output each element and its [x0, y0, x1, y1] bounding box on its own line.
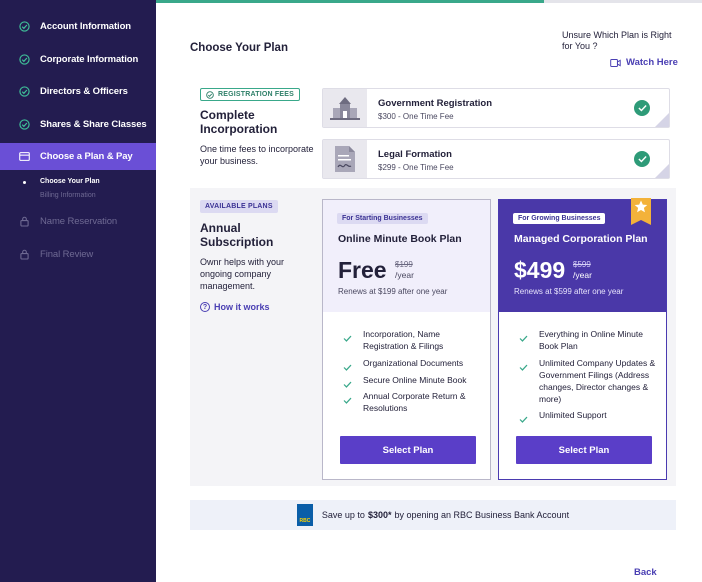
plan-feature-text: Unlimited Support — [539, 410, 607, 420]
complete-incorporation-title: Complete Incorporation — [200, 108, 278, 136]
plan-renews-text: Renews at $199 after one year — [338, 287, 448, 296]
plan-feature-text: Secure Online Minute Book — [363, 375, 467, 385]
select-plan-button-managed[interactable]: Select Plan — [516, 436, 652, 464]
plan-original-price: $199 — [395, 260, 413, 269]
registration-fees-badge: REGISTRATION FEES — [200, 88, 300, 101]
check-icon — [343, 328, 353, 347]
plan-feature: Everything in Online Minute Book Plan — [519, 328, 659, 352]
plan-tag: For Starting Businesses — [337, 213, 428, 224]
plan-feature: Unlimited Company Updates & Government F… — [519, 357, 659, 405]
plan-card-header: For Starting Businesses Online Minute Bo… — [323, 200, 490, 312]
plan-name: Online Minute Book Plan — [338, 233, 462, 245]
fee-name: Government Registration — [378, 98, 493, 109]
plan-card-managed-corporation: For Growing Businesses Managed Corporati… — [498, 199, 667, 480]
rbc-logo-text: RBC — [299, 518, 311, 524]
fee-name: Legal Formation — [378, 149, 452, 160]
plan-feature-text: Organizational Documents — [363, 358, 464, 368]
sidebar-item-label: Final Review — [40, 249, 94, 260]
plan-original-price: $599 — [573, 260, 591, 269]
fee-price: $299 - One Time Fee — [378, 163, 454, 172]
check-icon — [634, 100, 650, 116]
complete-incorporation-description: One time fees to incorporate your busine… — [200, 144, 314, 166]
sidebar-item-shares-share-classes[interactable]: Shares & Share Classes — [0, 111, 156, 138]
check-circle-icon — [18, 86, 30, 98]
plan-price: Free — [338, 257, 387, 283]
plan-tag: For Growing Businesses — [513, 213, 606, 224]
check-icon — [519, 357, 529, 376]
plan-feature: Incorporation, Name Registration & Filin… — [343, 328, 483, 352]
rbc-promo-amount: $300* — [367, 510, 392, 520]
plan-feature-text: Everything in Online Minute Book Plan — [539, 329, 643, 351]
plan-period: /year — [395, 270, 414, 280]
lock-icon — [18, 216, 30, 228]
available-plans-badge: AVAILABLE PLANS — [200, 200, 278, 213]
plan-feature-text: Incorporation, Name Registration & Filin… — [363, 329, 444, 351]
sidebar-item-label: Shares & Share Classes — [40, 119, 147, 130]
sidebar-item-corporate-information[interactable]: Corporate Information — [0, 46, 156, 73]
sidebar-item-label: Name Reservation — [40, 216, 118, 227]
card-corner-fold — [655, 164, 669, 178]
plan-feature: Annual Corporate Return & Resolutions — [343, 390, 483, 414]
plan-card-online-minute-book: For Starting Businesses Online Minute Bo… — [322, 199, 491, 480]
unsure-plan-text: Unsure Which Plan is Right for You ? — [562, 30, 672, 51]
rbc-promo-after: by opening an RBC Business Bank Account — [394, 510, 570, 520]
plan-renews-text: Renews at $599 after one year — [514, 287, 624, 296]
back-link[interactable]: Back — [634, 567, 657, 578]
star-ribbon-icon — [631, 198, 651, 225]
plan-feature: Unlimited Support — [519, 409, 659, 428]
document-signature-icon — [323, 140, 367, 178]
fee-card-legal-formation: Legal Formation $299 - One Time Fee — [322, 139, 670, 179]
sidebar-subitem-choose-your-plan[interactable]: Choose Your Plan — [40, 178, 100, 185]
card-icon — [18, 151, 30, 163]
question-circle-icon: ? — [200, 302, 210, 312]
plan-feature-text: Annual Corporate Return & Resolutions — [363, 391, 466, 413]
sidebar-item-label: Corporate Information — [40, 54, 139, 65]
video-icon — [610, 58, 621, 67]
sidebar-item-label: Directors & Officers — [40, 86, 128, 97]
registration-fees-badge-label: REGISTRATION FEES — [218, 91, 294, 98]
sidebar-item-label: Choose a Plan & Pay — [40, 151, 133, 162]
rbc-promo-banner: RBC Save up to $300* by opening an RBC B… — [190, 500, 676, 530]
rbc-logo: RBC — [296, 504, 313, 526]
lock-icon — [18, 249, 30, 261]
card-corner-fold — [655, 113, 669, 127]
plan-name: Managed Corporation Plan — [514, 233, 648, 245]
watch-here-label: Watch Here — [626, 57, 678, 68]
sidebar-item-name-reservation[interactable]: Name Reservation — [0, 208, 156, 235]
select-plan-button-free[interactable]: Select Plan — [340, 436, 476, 464]
check-circle-icon — [18, 119, 30, 131]
current-step-dot — [23, 181, 26, 184]
check-circle-icon — [206, 90, 214, 99]
sidebar-item-final-review[interactable]: Final Review — [0, 241, 156, 268]
page-title: Choose Your Plan — [190, 42, 288, 54]
sidebar-item-account-information[interactable]: Account Information — [0, 13, 156, 40]
plan-feature-text: Unlimited Company Updates & Government F… — [539, 358, 656, 404]
sidebar: Account Information Corporate Informatio… — [0, 0, 156, 582]
fee-card-government-registration: Government Registration $300 - One Time … — [322, 88, 670, 128]
sidebar-item-label: Account Information — [40, 21, 131, 32]
how-it-works-link[interactable]: ? How it works — [200, 302, 270, 312]
sidebar-item-directors-officers[interactable]: Directors & Officers — [0, 78, 156, 105]
annual-subscription-description: Ownr helps with your ongoing company man… — [200, 257, 285, 291]
sidebar-item-choose-plan-pay[interactable]: Choose a Plan & Pay — [0, 143, 156, 170]
rbc-promo-before: Save up to — [321, 510, 365, 520]
sidebar-subitem-billing-information[interactable]: Billing Information — [40, 192, 96, 199]
check-icon — [634, 151, 650, 167]
fee-price: $300 - One Time Fee — [378, 112, 454, 121]
check-circle-icon — [18, 21, 30, 33]
annual-subscription-title: Annual Subscription — [200, 221, 274, 249]
how-it-works-label: How it works — [214, 302, 270, 312]
government-building-icon — [323, 89, 367, 127]
check-icon — [519, 409, 529, 428]
check-icon — [343, 390, 353, 409]
plan-period: /year — [573, 270, 592, 280]
check-circle-icon — [18, 54, 30, 66]
check-icon — [519, 328, 529, 347]
progress-bar-fill — [156, 0, 544, 3]
progress-bar — [156, 0, 702, 3]
plan-price: $499 — [514, 257, 566, 283]
watch-here-link[interactable]: Watch Here — [610, 57, 678, 68]
